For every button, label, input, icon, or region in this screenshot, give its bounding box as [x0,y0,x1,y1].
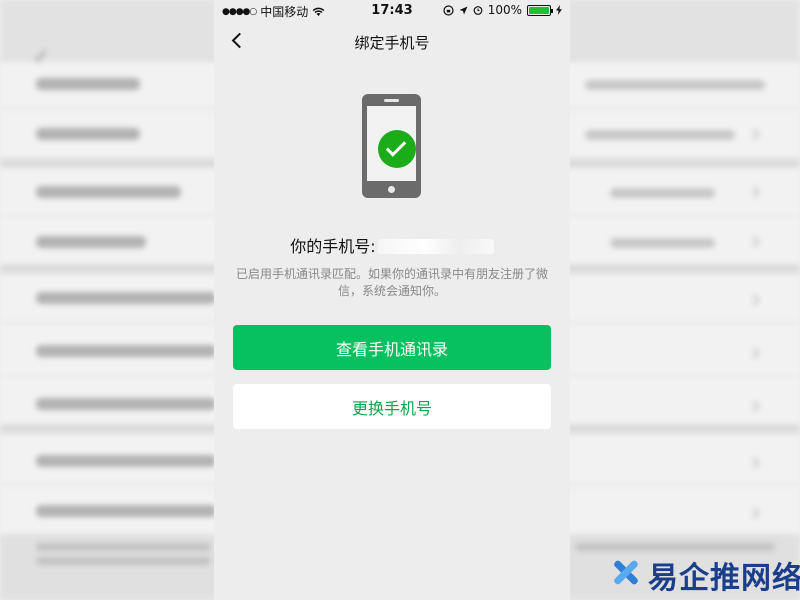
phone-illustration-icon [362,94,421,198]
battery-icon [527,4,553,16]
charging-icon [556,5,562,15]
success-check-icon [378,130,416,168]
match-description: 已启用手机通讯录匹配。如果你的通讯录中有朋友注册了微信，系统会通知你。 [235,267,548,298]
view-contacts-button[interactable]: 查看手机通讯录 [233,325,551,370]
navigation-bar: 绑定手机号 [214,22,570,62]
watermark-text: 易企推网络 [648,561,800,596]
location-icon [459,6,468,14]
watermark-logo-icon [608,555,642,589]
page-title: 绑定手机号 [354,34,430,52]
bind-phone-screen: ●●●●○ 中国移动 17:43 100% 绑定手机号 你的手机号: 已启用手机… [214,0,570,600]
status-bar: ●●●●○ 中国移动 17:43 100% [214,0,570,22]
phone-number-label: 你的手机号: [290,237,376,256]
watermark: 易企推网络 [608,551,800,597]
battery-percentage: 100% [487,3,522,17]
phone-number-row: 你的手机号: [214,233,570,257]
phone-number-masked [377,239,494,254]
change-phone-button[interactable]: 更换手机号 [233,384,551,429]
alarm-icon [473,6,483,15]
rotation-lock-icon [443,4,454,16]
